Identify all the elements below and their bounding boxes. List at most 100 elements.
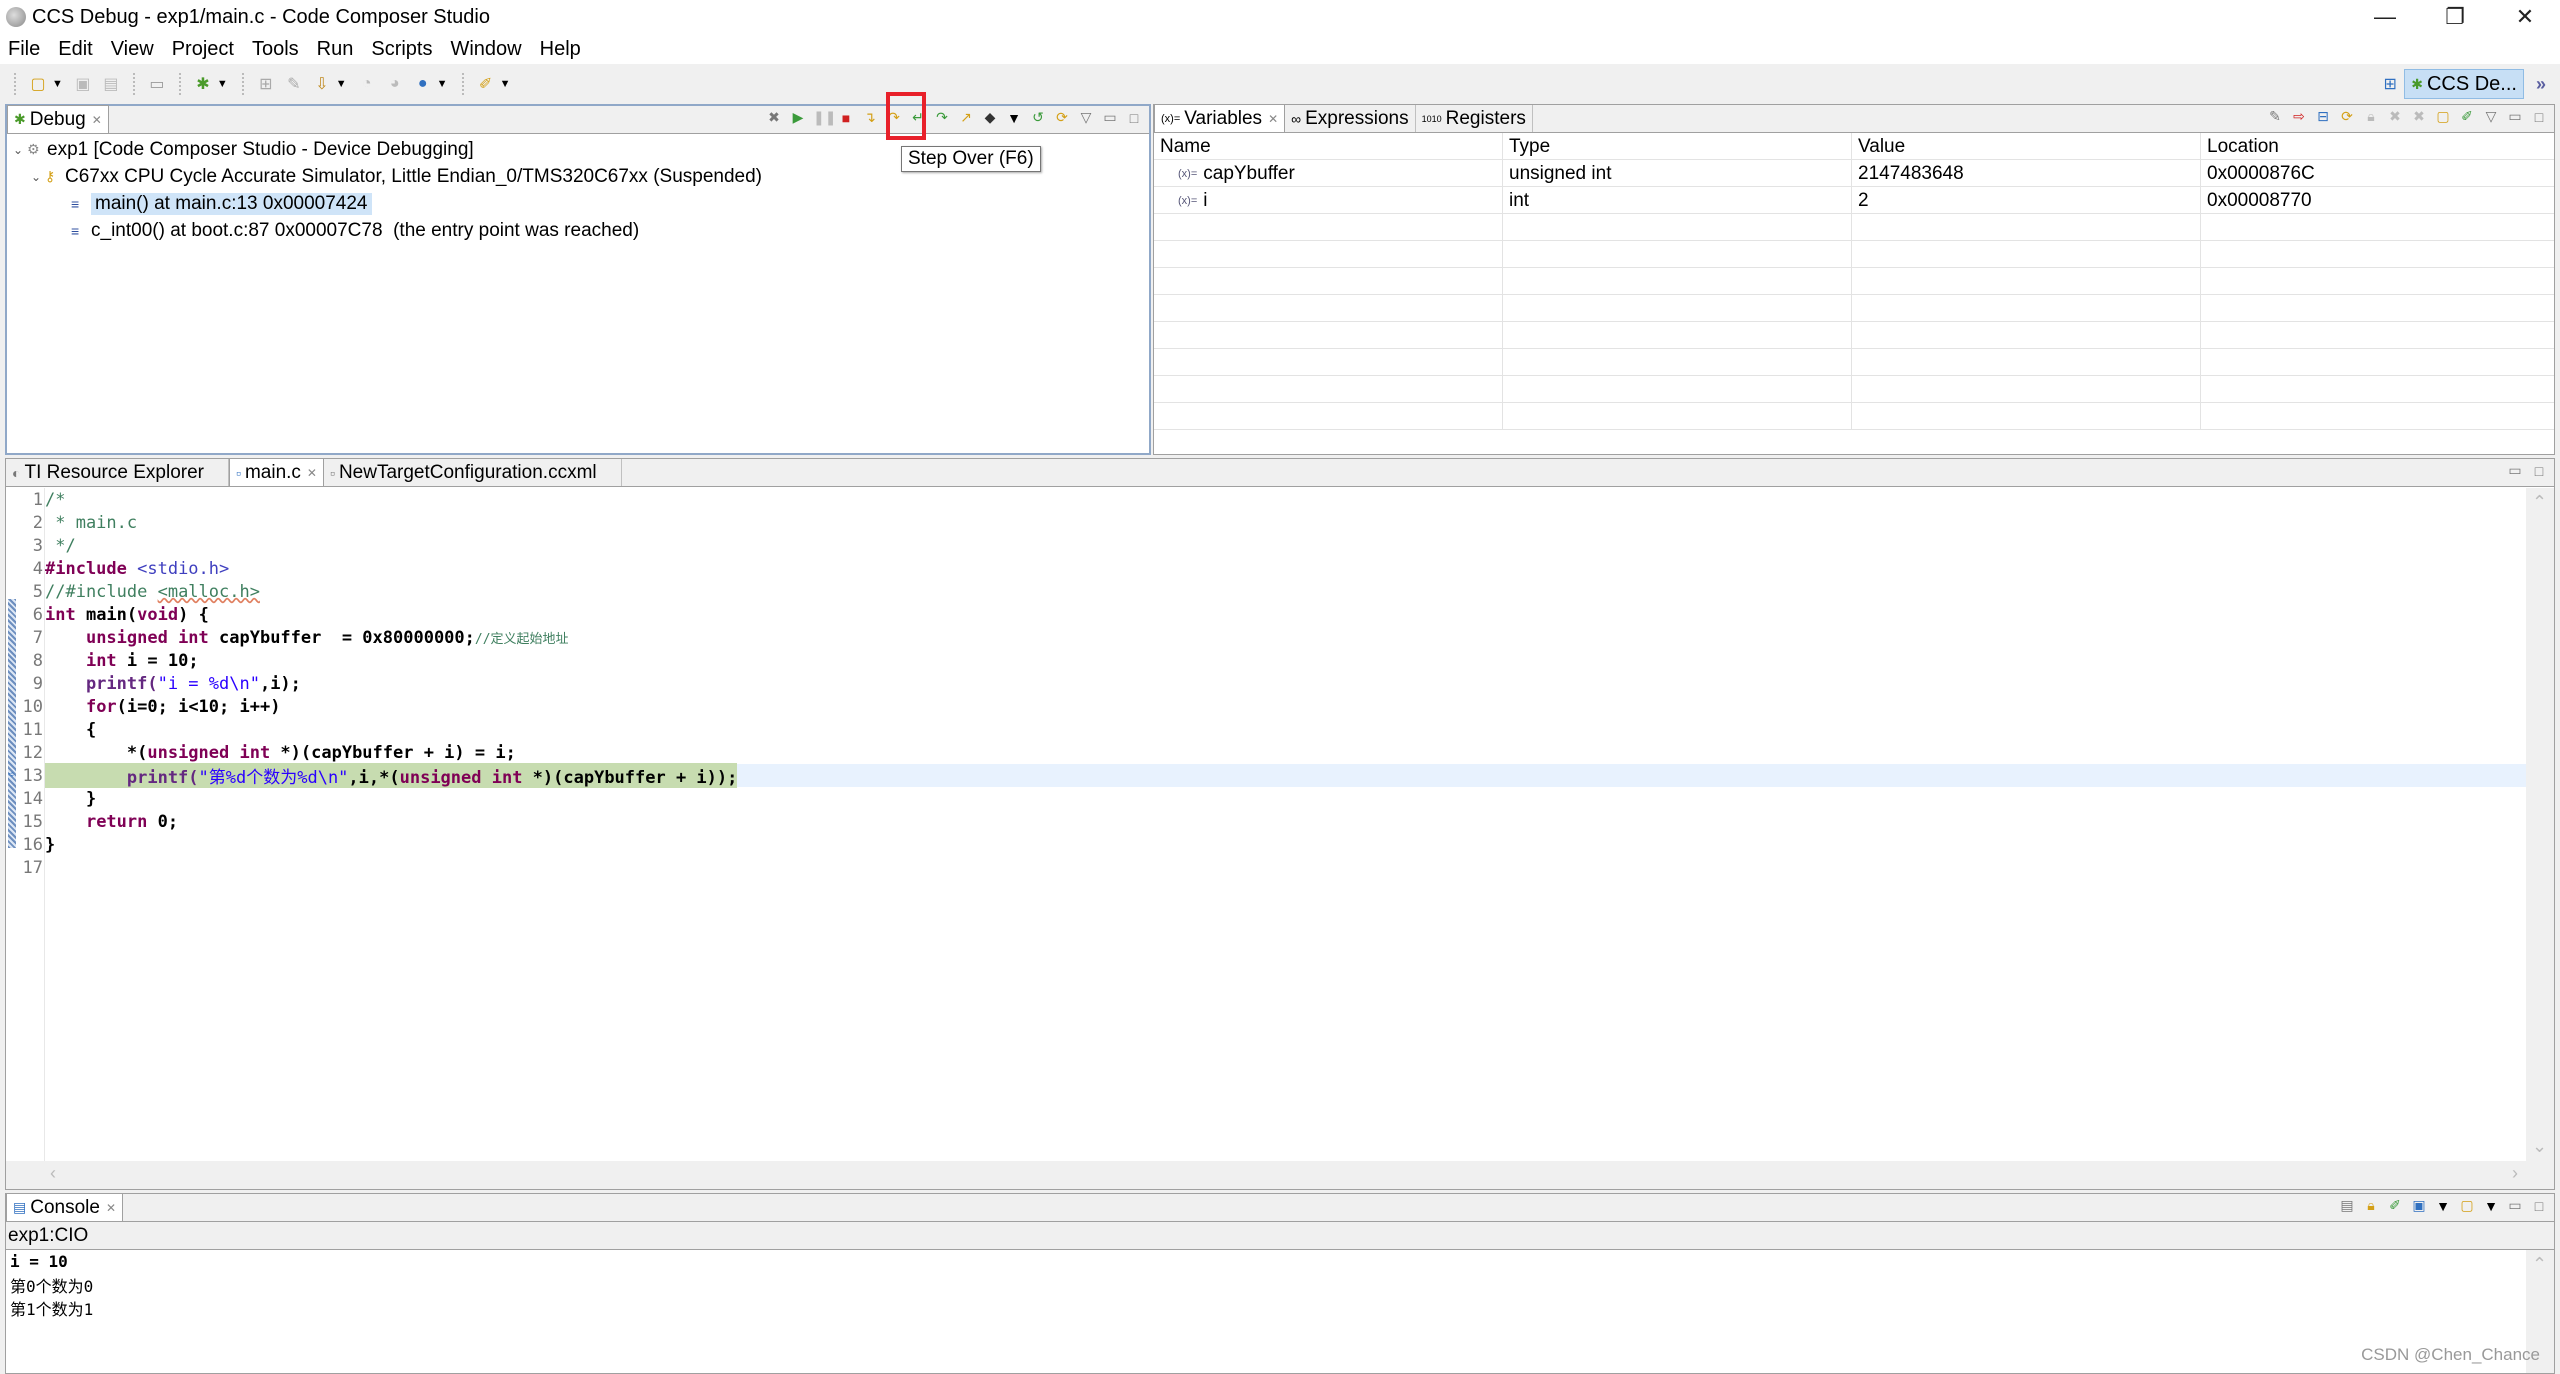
- connect-target-icon[interactable]: ⊞: [255, 73, 277, 95]
- load-dropdown-icon[interactable]: ▼: [336, 78, 347, 90]
- restore-button[interactable]: ❐: [2420, 0, 2490, 34]
- scroll-left-icon[interactable]: ‹: [50, 1163, 56, 1184]
- remove-terminated-icon[interactable]: ✖: [765, 109, 783, 126]
- reset-dropdown-icon[interactable]: ▼: [1005, 110, 1023, 126]
- open-dropdown-icon[interactable]: ▼: [2482, 1198, 2500, 1214]
- new-view-icon[interactable]: ▢: [2434, 108, 2452, 125]
- variable-value[interactable]: 2147483648: [1852, 160, 2201, 187]
- menu-project[interactable]: Project: [170, 38, 236, 61]
- minimize-view-icon[interactable]: ▭: [1101, 109, 1119, 126]
- display-console-icon[interactable]: ▣: [2410, 1197, 2428, 1214]
- scroll-up-icon[interactable]: ⌃: [2532, 1254, 2547, 1275]
- save-icon[interactable]: ▣: [72, 73, 94, 95]
- tab-target-configuration[interactable]: ▫ NewTargetConfiguration.ccxml: [323, 459, 622, 486]
- lock-icon[interactable]: 🔒︎: [2362, 108, 2380, 125]
- chevron-down-icon[interactable]: ⌄: [31, 170, 45, 184]
- code-editor[interactable]: 1/* 2 * main.c 3 */ 4 #include <stdio.h> …: [6, 488, 2526, 1161]
- show-logical-icon[interactable]: ⇨: [2290, 108, 2308, 125]
- menu-run[interactable]: Run: [315, 38, 356, 61]
- pin-console-icon[interactable]: ✐: [2386, 1197, 2404, 1214]
- pencil-icon[interactable]: ✐: [475, 73, 497, 95]
- tab-variables[interactable]: (x)= Variables ✕: [1154, 104, 1286, 132]
- step-into-icon[interactable]: ↴: [861, 109, 879, 126]
- refresh-icon[interactable]: ⟳: [1053, 109, 1071, 126]
- close-icon[interactable]: ✕: [106, 1201, 116, 1215]
- column-header-value[interactable]: Value: [1852, 133, 2201, 160]
- maximize-view-icon[interactable]: □: [1125, 110, 1143, 126]
- assembly-step-into-icon[interactable]: ↗: [957, 109, 975, 126]
- variable-value[interactable]: 2: [1852, 187, 2201, 214]
- minimize-view-icon[interactable]: ▭: [2506, 108, 2524, 125]
- scroll-down-icon[interactable]: ⌄: [2532, 1136, 2547, 1157]
- save-all-icon[interactable]: ▤: [100, 73, 122, 95]
- perspective-ccs-debug[interactable]: ✱ CCS De...: [2404, 69, 2524, 99]
- table-row[interactable]: (x)= i int 2 0x00008770: [1154, 187, 2554, 214]
- minimize-view-icon[interactable]: ▭: [2506, 462, 2524, 479]
- show-type-names-icon[interactable]: ✎: [2266, 108, 2284, 125]
- tab-ti-resource-explorer[interactable]: ◐ TI Resource Explorer: [6, 459, 229, 486]
- tab-debug[interactable]: ✱ Debug ✕: [7, 105, 109, 133]
- menu-tools[interactable]: Tools: [250, 38, 301, 61]
- disconnect-icon[interactable]: ✎: [283, 73, 305, 95]
- debug-dropdown-icon[interactable]: ▼: [217, 78, 228, 90]
- tab-main-c[interactable]: ▫ main.c ✕: [228, 458, 324, 486]
- column-header-name[interactable]: Name: [1154, 133, 1503, 160]
- menu-window[interactable]: Window: [448, 38, 523, 61]
- collapse-all-icon[interactable]: ⊟: [2314, 108, 2332, 125]
- tree-item-frame-main[interactable]: ≡ main() at main.c:13 0x00007424: [13, 190, 1149, 217]
- minimize-view-icon[interactable]: ▭: [2506, 1197, 2524, 1214]
- scroll-up-icon[interactable]: ⌃: [2532, 492, 2547, 513]
- close-button[interactable]: ✕: [2490, 0, 2560, 34]
- menu-file[interactable]: File: [6, 38, 42, 61]
- menu-scripts[interactable]: Scripts: [369, 38, 434, 61]
- column-header-type[interactable]: Type: [1503, 133, 1852, 160]
- clock-reset-icon[interactable]: ◕: [384, 73, 406, 95]
- more-perspectives-icon[interactable]: »: [2536, 74, 2546, 95]
- new-icon[interactable]: ▢: [27, 73, 49, 95]
- new-object-icon[interactable]: ●: [412, 73, 434, 95]
- suspend-icon[interactable]: ❚❚: [813, 109, 836, 126]
- debug-bug-icon[interactable]: ✱: [192, 73, 214, 95]
- editor-vertical-scrollbar[interactable]: ⌃ ⌄: [2526, 488, 2554, 1161]
- tab-console[interactable]: ▤ Console ✕: [6, 1193, 124, 1221]
- maximize-view-icon[interactable]: □: [2530, 1198, 2548, 1214]
- display-dropdown-icon[interactable]: ▼: [2434, 1198, 2452, 1214]
- tab-registers[interactable]: 1010 Registers: [1415, 105, 1533, 132]
- clock-icon[interactable]: ◔: [356, 73, 378, 95]
- open-console-icon[interactable]: ▢: [2458, 1197, 2476, 1214]
- table-row[interactable]: (x)= capYbuffer unsigned int 2147483648 …: [1154, 160, 2554, 187]
- scroll-lock-icon[interactable]: 🔒︎: [2362, 1197, 2380, 1214]
- restart-icon[interactable]: ↺: [1029, 109, 1047, 126]
- object-dropdown-icon[interactable]: ▼: [437, 78, 448, 90]
- remove-icon[interactable]: ✖: [2386, 108, 2404, 125]
- remove-all-icon[interactable]: ✖: [2410, 108, 2428, 125]
- new-dropdown-icon[interactable]: ▼: [52, 78, 63, 90]
- assembly-step-over-icon[interactable]: ↷: [933, 109, 951, 126]
- close-icon[interactable]: ✕: [307, 466, 317, 480]
- terminate-icon[interactable]: ■: [837, 110, 855, 126]
- close-icon[interactable]: ✕: [92, 113, 102, 127]
- chevron-down-icon[interactable]: ⌄: [13, 143, 27, 157]
- editor-horizontal-scrollbar[interactable]: ‹ ›: [6, 1161, 2554, 1189]
- clear-console-icon[interactable]: ▤: [2338, 1197, 2356, 1214]
- refresh-icon[interactable]: ⟳: [2338, 108, 2356, 125]
- cpu-reset-icon[interactable]: ◆: [981, 109, 999, 126]
- column-header-location[interactable]: Location: [2201, 133, 2554, 160]
- close-icon[interactable]: ✕: [1268, 112, 1278, 126]
- maximize-view-icon[interactable]: □: [2530, 109, 2548, 125]
- pin-icon[interactable]: ✐: [2458, 108, 2476, 125]
- resume-icon[interactable]: ▶: [789, 109, 807, 126]
- scroll-right-icon[interactable]: ›: [2512, 1163, 2518, 1184]
- view-menu-icon[interactable]: ▽: [2482, 108, 2500, 125]
- minimize-button[interactable]: —: [2350, 0, 2420, 34]
- open-perspective-icon[interactable]: ⊞: [2379, 73, 2401, 95]
- pencil-dropdown-icon[interactable]: ▼: [500, 78, 511, 90]
- load-program-icon[interactable]: ⇩: [311, 73, 333, 95]
- console-output[interactable]: i = 10 第0个数为0 第1个数为1: [10, 1250, 93, 1319]
- menu-view[interactable]: View: [109, 38, 156, 61]
- menu-edit[interactable]: Edit: [56, 38, 94, 61]
- view-menu-icon[interactable]: ▽: [1077, 109, 1095, 126]
- maximize-view-icon[interactable]: □: [2530, 463, 2548, 479]
- tab-expressions[interactable]: ∞ Expressions: [1285, 105, 1416, 132]
- open-console-icon[interactable]: ▭: [146, 73, 168, 95]
